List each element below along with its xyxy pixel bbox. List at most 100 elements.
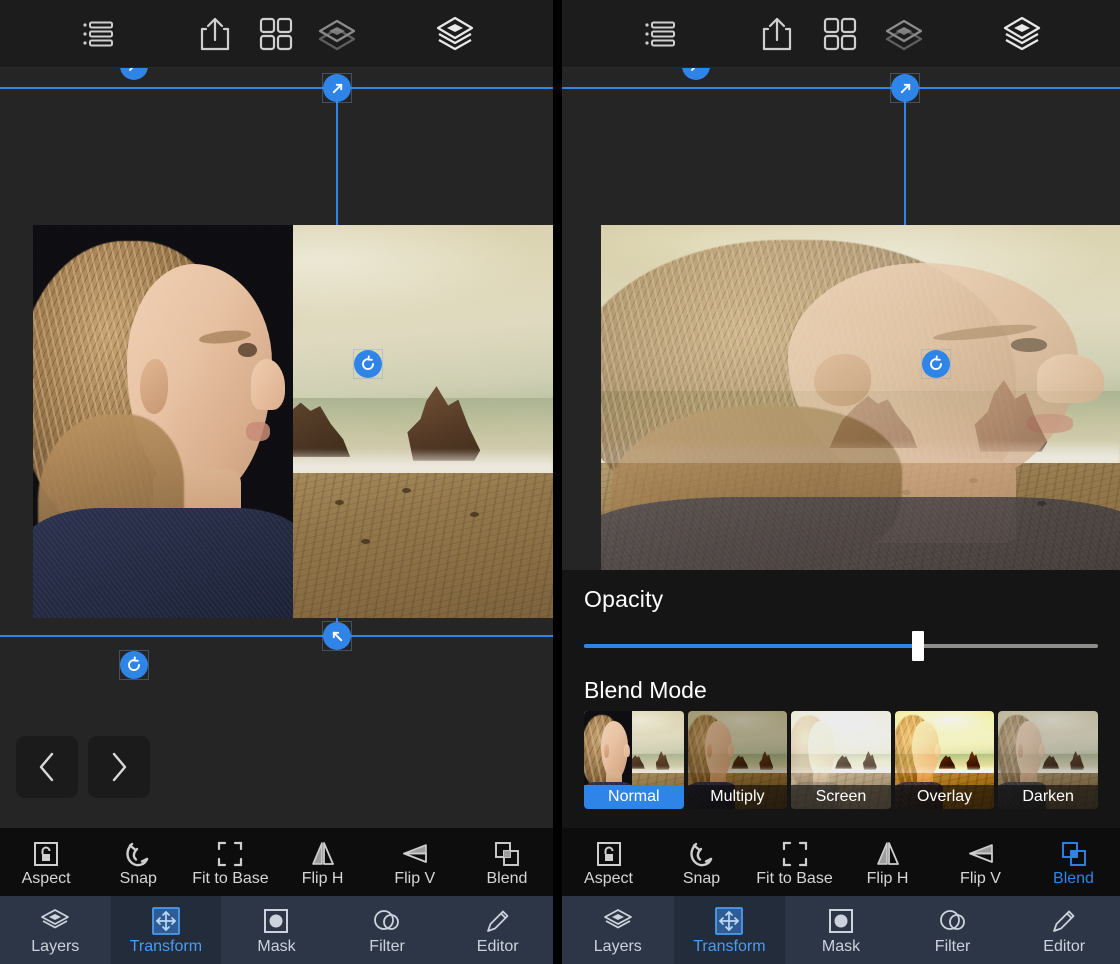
share-icon[interactable] — [758, 0, 796, 68]
tool-aspect[interactable]: Aspect — [0, 828, 92, 896]
tool-aspect[interactable]: Aspect — [562, 828, 655, 896]
grid-icon[interactable] — [258, 0, 294, 68]
flip-horizontal-icon — [874, 838, 902, 868]
fit-frame-icon — [216, 838, 244, 868]
nav-editor[interactable]: Editor — [1008, 896, 1120, 964]
blend-mode-screen[interactable]: Screen — [791, 711, 891, 809]
next-layer-button[interactable] — [88, 736, 150, 798]
tool-label: Fit to Base — [192, 869, 269, 887]
blend-mode-label: Blend Mode — [584, 677, 707, 703]
layer-single-icon[interactable] — [317, 0, 357, 68]
panel-divider — [553, 0, 562, 964]
grid-icon[interactable] — [822, 0, 858, 68]
nav-transform[interactable]: Transform — [110, 896, 222, 964]
tool-flip-h[interactable]: Flip H — [277, 828, 369, 896]
nav-label: Transform — [693, 937, 766, 955]
scale-handle-top-right[interactable] — [323, 74, 351, 102]
nav-layers[interactable]: Layers — [0, 896, 111, 964]
transform-line-bottom — [0, 635, 553, 637]
nav-editor[interactable]: Editor — [442, 896, 553, 964]
nav-filter[interactable]: Filter — [897, 896, 1009, 964]
bottom-nav-right: Layers Transform Mask Filter Editor — [562, 896, 1120, 964]
eye — [238, 342, 257, 357]
tool-label: Blend — [1053, 869, 1094, 887]
tool-snap[interactable]: Snap — [92, 828, 184, 896]
girl-portrait-blended — [601, 225, 1120, 594]
tool-snap[interactable]: Snap — [655, 828, 748, 896]
tool-label: Fit to Base — [756, 869, 833, 887]
tool-fit-to-base[interactable]: Fit to Base — [748, 828, 841, 896]
transform-icon — [151, 906, 181, 936]
opacity-slider[interactable] — [584, 629, 1098, 663]
tool-blend[interactable]: Blend — [1027, 828, 1120, 896]
right-panel: Opacity Blend Mode Normal Multiply Scree… — [562, 0, 1120, 964]
dress — [33, 507, 293, 618]
tool-flip-v[interactable]: Flip V — [369, 828, 461, 896]
filter-icon — [372, 906, 402, 936]
scale-handle-bottom-right[interactable] — [323, 622, 351, 650]
tool-label: Aspect — [21, 869, 71, 887]
blend-squares-icon — [1060, 838, 1088, 868]
tool-label: Snap — [682, 869, 721, 887]
tool-flip-v[interactable]: Flip V — [934, 828, 1027, 896]
blend-squares-icon — [493, 838, 521, 868]
layers-stack-icon[interactable] — [1002, 0, 1042, 68]
flip-vertical-icon — [966, 838, 996, 868]
tool-label: Flip V — [960, 869, 1001, 887]
transform-line-top — [0, 87, 553, 89]
girl-portrait — [33, 225, 293, 618]
share-icon[interactable] — [196, 0, 234, 68]
tool-label: Blend — [486, 869, 528, 887]
blend-mode-multiply[interactable]: Multiply — [687, 711, 788, 809]
tool-label: Flip V — [394, 869, 436, 887]
menu-icon[interactable] — [78, 0, 118, 68]
canvas-right[interactable] — [562, 68, 1120, 594]
nav-label: Filter — [369, 937, 405, 955]
slider-thumb[interactable] — [912, 631, 925, 661]
nav-label: Editor — [1043, 937, 1086, 955]
prev-layer-button[interactable] — [16, 736, 78, 798]
rotate-handle-right[interactable] — [354, 350, 382, 378]
tool-label: Aspect — [584, 869, 633, 887]
layer-single-icon[interactable] — [884, 0, 924, 68]
flip-horizontal-icon — [309, 838, 337, 868]
nav-label: Layers — [593, 937, 642, 955]
slider-fill — [584, 644, 919, 648]
scale-handle-top-left[interactable] — [120, 68, 148, 80]
rotate-handle-bottom-left[interactable] — [120, 651, 148, 679]
flip-vertical-icon — [400, 838, 430, 868]
eye — [1011, 338, 1048, 352]
menu-icon[interactable] — [640, 0, 680, 68]
scale-handle-top-left[interactable] — [682, 68, 710, 80]
blend-mode-list: Normal Multiply Screen Overlay Darken — [584, 711, 1098, 809]
nav-mask[interactable]: Mask — [785, 896, 897, 964]
nav-mask[interactable]: Mask — [221, 896, 332, 964]
layer-photo-right[interactable] — [601, 225, 1120, 594]
nav-layers[interactable]: Layers — [562, 896, 674, 964]
canvas-left[interactable] — [0, 68, 553, 828]
blend-mode-darken[interactable]: Darken — [998, 711, 1098, 809]
blend-mode-name: Darken — [998, 785, 1098, 809]
tool-row-right: Aspect Snap Fit to Base Flip H Flip V Bl… — [562, 828, 1120, 896]
blend-mode-overlay[interactable]: Overlay — [894, 711, 995, 809]
lips — [246, 421, 270, 442]
tool-label: Snap — [119, 869, 157, 887]
tool-flip-h[interactable]: Flip H — [841, 828, 934, 896]
transform-line-top — [562, 87, 1120, 89]
left-panel: Aspect Snap Fit to Base Flip H Flip V Bl… — [0, 0, 553, 964]
rotate-handle-right[interactable] — [922, 350, 950, 378]
tool-blend[interactable]: Blend — [461, 828, 553, 896]
filter-icon — [938, 906, 968, 936]
scale-handle-top-right[interactable] — [891, 74, 919, 102]
nav-filter[interactable]: Filter — [332, 896, 443, 964]
magnet-icon — [688, 838, 716, 868]
nav-label: Filter — [934, 937, 971, 955]
layer-photo-left[interactable] — [33, 225, 553, 618]
blend-mode-normal[interactable]: Normal — [584, 711, 684, 809]
nav-transform[interactable]: Transform — [673, 896, 786, 964]
blend-mode-name: Screen — [791, 785, 891, 809]
nav-label: Editor — [476, 937, 519, 955]
tool-fit-to-base[interactable]: Fit to Base — [184, 828, 276, 896]
tool-label: Flip H — [301, 869, 344, 887]
layers-stack-icon[interactable] — [435, 0, 475, 68]
